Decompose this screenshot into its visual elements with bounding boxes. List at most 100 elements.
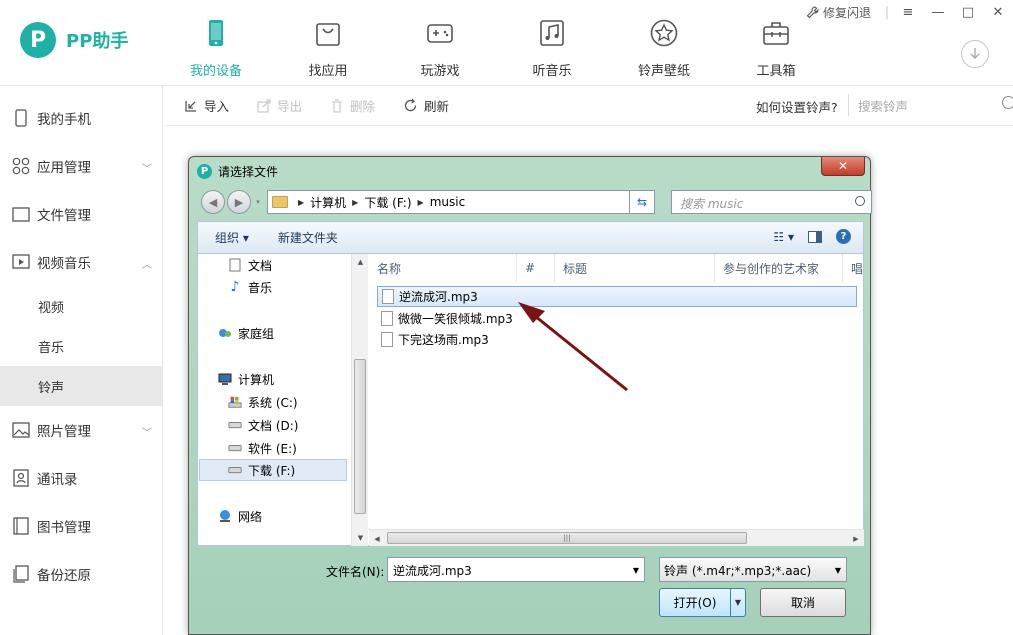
- minimize-icon[interactable]: —: [923, 0, 953, 24]
- sidebar-item-photo-management[interactable]: 照片管理 ﹀: [0, 406, 162, 454]
- new-folder-button[interactable]: 新建文件夹: [278, 229, 338, 246]
- book-icon: [12, 517, 30, 535]
- dialog-title-bar: P 请选择文件: [197, 163, 278, 180]
- refresh-button[interactable]: 刷新: [403, 96, 449, 115]
- nav-music[interactable]: 听音乐: [496, 0, 608, 86]
- sidebar-item-app-management[interactable]: 应用管理 ﹀: [0, 142, 162, 190]
- homegroup-icon: [218, 326, 232, 340]
- music-note-icon: [540, 20, 564, 46]
- address-bar[interactable]: ▶ 计算机 ▶ 下载 (F:) ▶ music ▼: [267, 190, 655, 214]
- sidebar-subitem-ringtone[interactable]: 铃声: [0, 366, 162, 406]
- file-row[interactable]: 微微一笑很倾城.mp3: [377, 308, 513, 329]
- ringtone-search-input[interactable]: 搜索铃声: [858, 96, 908, 115]
- open-dropdown-icon[interactable]: ▼: [730, 588, 746, 617]
- column-name[interactable]: 名称: [369, 254, 517, 282]
- star-icon: [650, 19, 678, 47]
- backup-icon: [12, 565, 30, 583]
- app-logo: P PP助手: [20, 22, 128, 58]
- tree-item-drive-d[interactable]: 文档 (D:): [228, 414, 298, 436]
- column-track[interactable]: #: [517, 254, 555, 282]
- scroll-right-icon[interactable]: ▶: [848, 530, 864, 547]
- maximize-icon[interactable]: □: [953, 0, 983, 24]
- repair-crash-button[interactable]: 修复闪退: [806, 4, 871, 21]
- tree-item-network[interactable]: 网络: [218, 505, 262, 527]
- tree-item-drive-e[interactable]: 软件 (E:): [228, 437, 297, 459]
- sidebar-item-my-phone[interactable]: 我的手机: [0, 94, 162, 142]
- bag-icon: [316, 23, 340, 46]
- scroll-down-icon[interactable]: ▼: [352, 530, 369, 546]
- file-row[interactable]: 下完这场雨.mp3: [377, 329, 489, 350]
- import-button[interactable]: 导入: [184, 96, 229, 115]
- file-type-select[interactable]: 铃声 (*.m4r;*.mp3;*.aac) ▼: [659, 557, 847, 582]
- sidebar-subitem-video[interactable]: 视频: [0, 286, 162, 326]
- crumb-arrow-icon: ▶: [352, 197, 359, 207]
- file-list-hscrollbar[interactable]: ◀ ||| ▶: [369, 529, 864, 546]
- tree-item-drive-f[interactable]: 下载 (F:): [199, 459, 347, 481]
- view-options-icon[interactable]: ☷ ▾: [773, 230, 794, 244]
- breadcrumb-music[interactable]: music: [430, 195, 465, 209]
- folder-icon: [12, 205, 30, 223]
- phone-outline-icon: [12, 109, 30, 127]
- help-icon[interactable]: ?: [836, 229, 851, 244]
- forward-arrow-icon[interactable]: ▶: [227, 190, 251, 214]
- pp-logo-icon: P: [20, 22, 56, 58]
- crumb-arrow-icon: ▶: [417, 197, 424, 207]
- divider: [848, 94, 849, 116]
- image-icon: [12, 421, 30, 439]
- ringtone-help-link[interactable]: 如何设置铃声?: [756, 97, 838, 116]
- preview-pane-icon[interactable]: [808, 230, 822, 243]
- chevron-down-icon[interactable]: ▼: [633, 566, 639, 575]
- menu-icon[interactable]: ≡: [893, 0, 923, 24]
- tree-item-computer[interactable]: 计算机: [218, 368, 274, 390]
- scroll-thumb[interactable]: [354, 359, 366, 514]
- nav-my-device[interactable]: 我的设备: [160, 0, 272, 86]
- cancel-button[interactable]: 取消: [760, 588, 846, 617]
- close-window-icon[interactable]: ✕: [983, 0, 1013, 24]
- filename-input[interactable]: 逆流成河.mp3 ▼: [387, 557, 645, 582]
- filename-label: 文件名(N):: [326, 565, 385, 579]
- column-album[interactable]: 唱: [843, 254, 864, 282]
- sidebar: 我的手机 应用管理 ﹀ 文件管理 视频音乐 ︿ 视频 音乐 铃声 照片管理 ﹀ …: [0, 86, 163, 635]
- scroll-thumb[interactable]: |||: [387, 532, 747, 544]
- scroll-left-icon[interactable]: ◀: [369, 530, 385, 547]
- gamepad-icon: [427, 24, 453, 43]
- history-dropdown-icon[interactable]: ▾: [253, 190, 263, 214]
- tree-item-homegroup[interactable]: 家庭组: [218, 322, 274, 344]
- sidebar-subitem-music[interactable]: 音乐: [0, 326, 162, 366]
- sidebar-item-contacts[interactable]: 通讯录: [0, 454, 162, 502]
- nav-games[interactable]: 玩游戏: [384, 0, 496, 86]
- download-icon[interactable]: [961, 40, 989, 68]
- tree-item-music[interactable]: ♪ 音乐: [228, 276, 272, 298]
- address-refresh-icon[interactable]: ⇆: [629, 190, 655, 214]
- search-icon[interactable]: [1002, 96, 1013, 109]
- back-arrow-icon[interactable]: ◀: [201, 190, 225, 214]
- drive-icon: [228, 441, 242, 455]
- sidebar-item-file-management[interactable]: 文件管理: [0, 190, 162, 238]
- column-artist[interactable]: 参与创作的艺术家: [715, 254, 843, 282]
- tree-item-documents[interactable]: 文档: [228, 254, 272, 276]
- sidebar-item-backup-restore[interactable]: 备份还原: [0, 550, 162, 598]
- breadcrumb-drive-f[interactable]: 下载 (F:): [364, 194, 411, 211]
- computer-icon: [218, 372, 232, 386]
- file-row[interactable]: 逆流成河.mp3: [377, 286, 857, 307]
- network-icon: [218, 509, 232, 523]
- dialog-close-button[interactable]: ✕: [821, 157, 865, 176]
- column-title[interactable]: 标题: [555, 254, 715, 282]
- sidebar-item-video-music[interactable]: 视频音乐 ︿: [0, 238, 162, 286]
- video-play-icon: [12, 253, 30, 271]
- breadcrumb-computer[interactable]: 计算机: [310, 194, 346, 211]
- dialog-search-input[interactable]: 搜索 music: [671, 190, 872, 214]
- scroll-up-icon[interactable]: ▲: [352, 254, 369, 270]
- music-icon: ♪: [230, 279, 240, 295]
- nav-find-apps[interactable]: 找应用: [272, 0, 384, 86]
- open-button[interactable]: 打开(O): [659, 588, 731, 617]
- delete-button[interactable]: 删除: [330, 96, 375, 115]
- export-button[interactable]: 导出: [257, 96, 302, 115]
- separator: |: [884, 4, 890, 20]
- phone-icon: [209, 20, 223, 46]
- nav-ringtones-wallpapers[interactable]: 铃声壁纸: [608, 0, 720, 86]
- sidebar-item-book-management[interactable]: 图书管理: [0, 502, 162, 550]
- tree-scrollbar[interactable]: ▲ ▼: [351, 254, 368, 546]
- organize-menu[interactable]: 组织 ▾: [215, 229, 249, 246]
- tree-item-drive-c[interactable]: 系统 (C:): [228, 391, 298, 413]
